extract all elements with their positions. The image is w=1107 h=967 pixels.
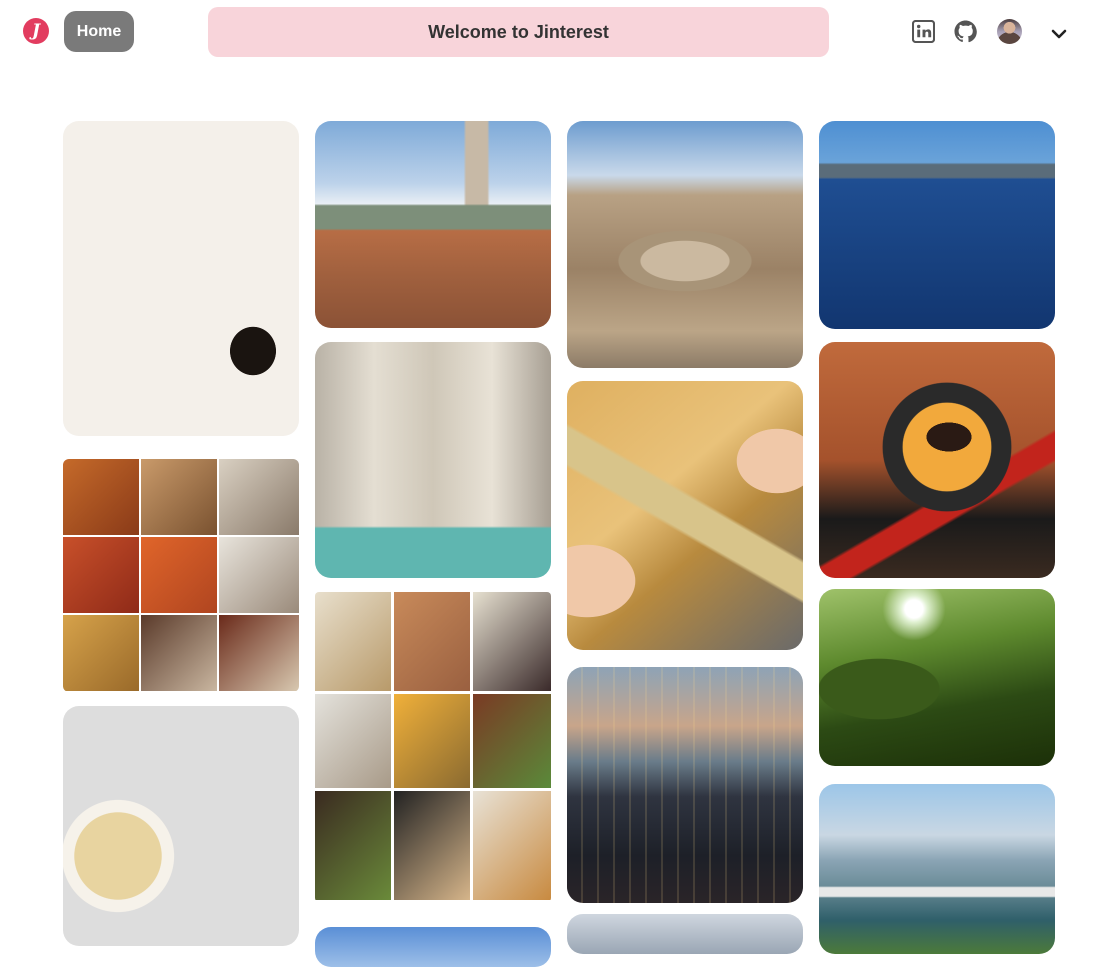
pin-forest[interactable]: [819, 589, 1055, 766]
pin-florence[interactable]: [315, 121, 551, 328]
pin-noodle-bowls[interactable]: [63, 706, 299, 946]
pin-food-collage[interactable]: [63, 459, 299, 692]
home-button[interactable]: Home: [64, 11, 134, 52]
pin-city-night[interactable]: [567, 667, 803, 903]
jinterest-logo-icon[interactable]: J: [23, 18, 49, 44]
user-avatar[interactable]: [997, 19, 1022, 44]
linkedin-icon[interactable]: [911, 19, 936, 44]
pin-portrait[interactable]: [567, 914, 803, 954]
pin-trevi-fountain[interactable]: [315, 342, 551, 578]
pin-sky[interactable]: [315, 927, 551, 967]
pin-grid: [0, 0, 1107, 967]
chevron-down-icon[interactable]: [1049, 24, 1069, 44]
pin-breakfast[interactable]: [63, 121, 299, 436]
pin-colosseum[interactable]: [567, 121, 803, 368]
welcome-banner: Welcome to Jinterest: [208, 7, 829, 57]
pin-harbor[interactable]: [819, 784, 1055, 954]
pin-taiwanese-food-collage[interactable]: [315, 592, 551, 902]
github-icon[interactable]: [954, 20, 977, 43]
pin-pudding[interactable]: [819, 342, 1055, 578]
pin-lake[interactable]: [819, 121, 1055, 329]
pin-stationery[interactable]: [567, 381, 803, 650]
top-nav-bar: J Home Welcome to Jinterest: [0, 0, 1107, 64]
